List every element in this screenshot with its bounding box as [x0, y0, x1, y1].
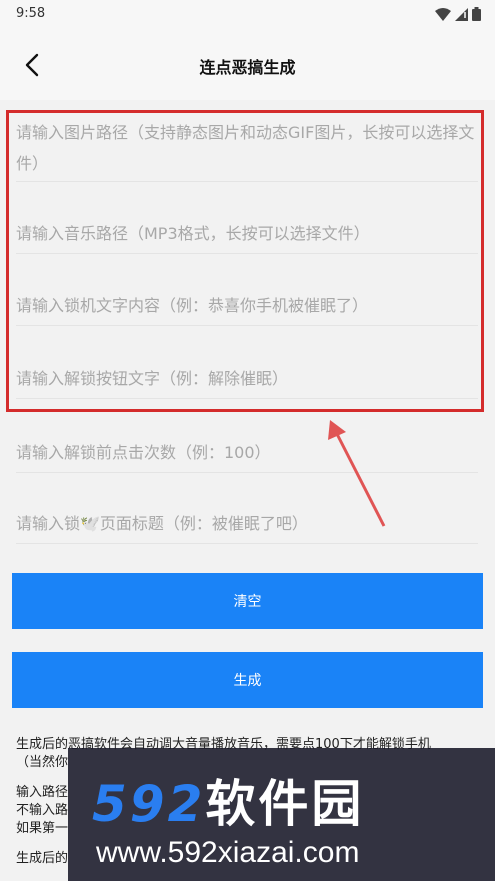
generate-button[interactable]: 生成: [12, 652, 483, 708]
watermark-brand: 592软件园: [92, 775, 365, 833]
annotation-arrow-icon: [328, 420, 386, 527]
lock-page-title-input[interactable]: 请输入锁🕊️页面标题（例：被催眠了吧）: [16, 508, 478, 544]
page-title: 连点恶搞生成: [199, 58, 296, 77]
watermark-logo: 592软件园 www.592xiazai.com: [68, 748, 495, 881]
annotation-highlight-box: [6, 110, 484, 412]
click-count-placeholder: 请输入解锁前点击次数（例：100）: [16, 443, 271, 462]
signal-icon: [455, 7, 468, 21]
status-icons: [435, 7, 481, 21]
battery-icon: [472, 7, 481, 21]
status-bar: 9:58: [0, 0, 495, 30]
lock-page-title-placeholder: 请输入锁🕊️页面标题（例：被催眠了吧）: [16, 514, 308, 533]
click-count-input[interactable]: 请输入解锁前点击次数（例：100）: [16, 437, 478, 473]
status-time: 9:58: [16, 6, 46, 21]
clear-button[interactable]: 清空: [12, 573, 483, 629]
app-bar: 连点恶搞生成: [0, 30, 495, 100]
watermark-url: www.592xiazai.com: [96, 836, 360, 869]
wifi-icon: [435, 7, 451, 21]
